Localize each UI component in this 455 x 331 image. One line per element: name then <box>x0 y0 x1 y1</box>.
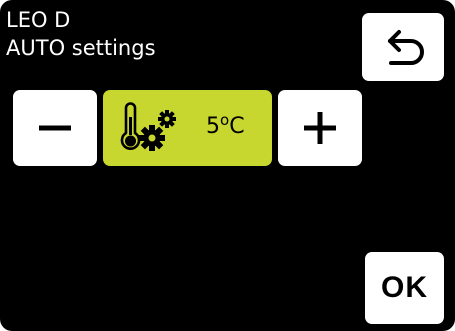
value-number: 5 <box>206 114 220 139</box>
value-unit: C <box>229 114 245 139</box>
thermometer-gears-icon <box>120 102 176 151</box>
device-screen: LEO D AUTO settings 5oC OK <box>0 0 455 331</box>
plus-icon <box>304 112 336 144</box>
back-button[interactable] <box>362 13 444 81</box>
device-name: LEO D <box>6 8 71 32</box>
setting-value-display: 5oC <box>103 90 272 166</box>
degree-symbol: o <box>220 111 230 129</box>
header: LEO D AUTO settings <box>6 6 156 62</box>
back-arrow-icon <box>388 30 424 65</box>
increase-button[interactable] <box>278 90 362 166</box>
ok-label: OK <box>381 271 428 304</box>
minus-icon <box>39 125 71 131</box>
ok-button[interactable]: OK <box>365 252 444 324</box>
temperature-value: 5oC <box>206 112 245 142</box>
screen-title: AUTO settings <box>6 36 156 60</box>
decrease-button[interactable] <box>13 90 97 166</box>
